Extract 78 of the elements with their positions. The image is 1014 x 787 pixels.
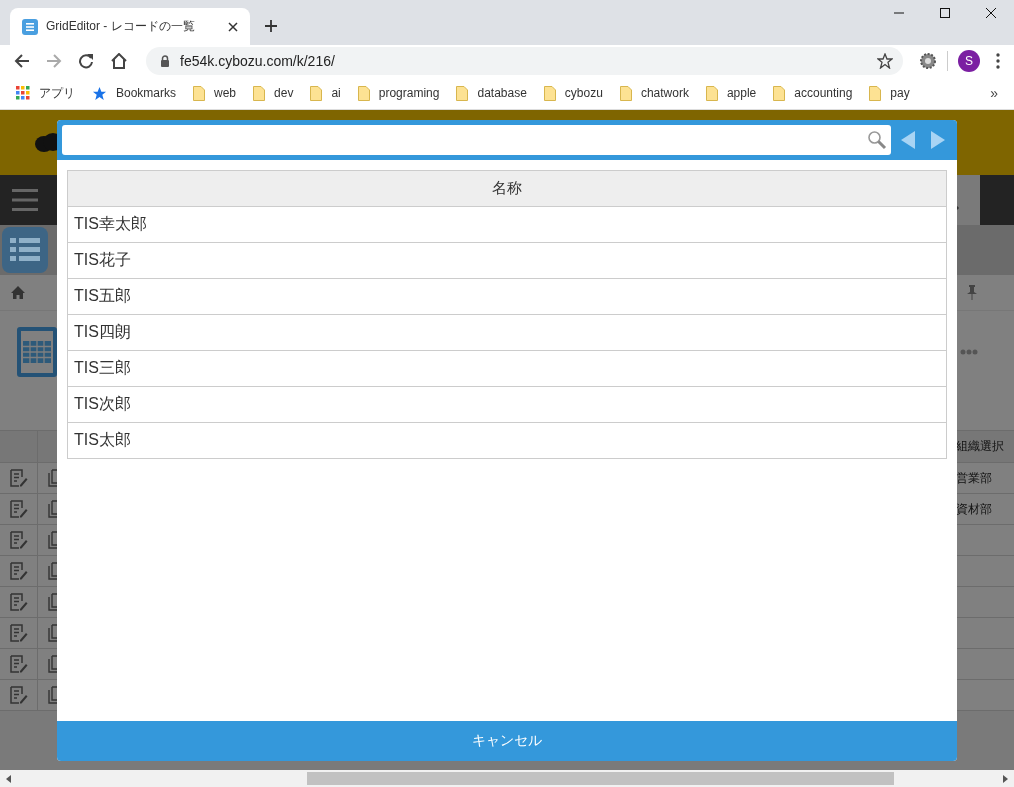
menu-icon[interactable] [996,53,1000,69]
home-icon[interactable] [110,53,128,69]
bookmark-item[interactable]: アプリ [16,84,75,102]
reload-icon[interactable] [78,53,94,69]
more-bookmarks[interactable]: » [990,85,998,101]
list-icon [10,237,40,263]
apps-grid-icon [16,86,30,100]
list-row[interactable]: TIS幸太郎 [67,207,947,243]
close-icon[interactable] [228,21,238,32]
edit-icon [9,531,28,549]
edit-icon [9,500,28,518]
scrollbar-thumb[interactable] [307,772,894,785]
edit-icon [9,593,28,611]
copy-icon [48,562,58,580]
table-cell: 営業部 [956,469,992,487]
scroll-left-icon[interactable] [6,774,11,783]
bookmark-item[interactable]: accounting [773,85,853,101]
new-tab-icon[interactable] [264,19,278,33]
folder-icon [869,85,882,101]
maximize-icon[interactable] [939,7,951,19]
browser-tab[interactable]: GridEditor - レコードの一覧 [10,8,250,45]
table-icon [23,341,51,363]
scroll-right-icon[interactable] [1003,774,1008,783]
copy-icon [48,686,58,704]
copy-icon [48,500,58,518]
edit-icon [9,469,28,487]
copy-icon [48,624,58,642]
folder-icon [619,85,632,101]
gear-icon[interactable] [919,52,937,70]
folder-icon [543,85,556,101]
pin-icon [967,285,977,300]
folder-icon [193,85,206,101]
edit-icon [9,562,28,580]
bookmark-item[interactable]: ai [310,85,341,101]
star-icon [92,85,107,101]
bookmark-item[interactable]: Bookmarks [92,85,177,101]
address-bar[interactable]: fe54k.cybozu.com/k/216/ [146,47,903,75]
search-field[interactable] [62,125,891,155]
bookmark-item[interactable]: pay [869,85,910,101]
back-arrow-icon[interactable] [14,53,30,69]
edit-icon [9,686,28,704]
folder-icon [773,85,786,101]
list-row[interactable]: TIS五郎 [67,279,947,315]
star-icon[interactable] [877,53,893,69]
list-row[interactable]: TIS三郎 [67,351,947,387]
table-cell: 資材部 [956,500,992,518]
copy-icon [48,593,58,611]
tab-title: GridEditor - レコードの一覧 [46,18,196,35]
copy-icon [48,531,58,549]
folder-icon [253,85,266,101]
list-row[interactable]: TIS太郎 [67,423,947,459]
list-row[interactable]: TIS四朗 [67,315,947,351]
search-icon [867,130,887,150]
bookmark-item[interactable]: chatwork [619,85,689,101]
list-icon [22,18,38,35]
edit-icon [9,624,28,642]
more-icon [960,349,978,355]
copy-icon [48,655,58,673]
folder-icon [310,85,323,101]
folder-icon [456,85,469,101]
copy-icon [48,469,58,487]
close-icon[interactable] [985,7,997,19]
list-row[interactable]: TIS花子 [67,243,947,279]
folder-icon [357,85,370,101]
column-header: 名称 [67,170,947,207]
bookmark-item[interactable]: web [193,85,237,101]
bookmark-item[interactable]: database [456,85,527,101]
bookmark-item[interactable]: cybozu [543,85,603,101]
edit-icon [9,655,28,673]
folder-icon [705,85,718,101]
list-row[interactable]: TIS次郎 [67,387,947,423]
lock-icon [160,55,170,67]
hamburger-icon [12,188,38,212]
bookmark-item[interactable]: dev [253,85,294,101]
bookmark-item[interactable]: apple [705,85,757,101]
home-icon [11,286,25,299]
profile-avatar[interactable]: S [958,50,980,72]
bookmark-item[interactable]: programing [357,85,440,101]
